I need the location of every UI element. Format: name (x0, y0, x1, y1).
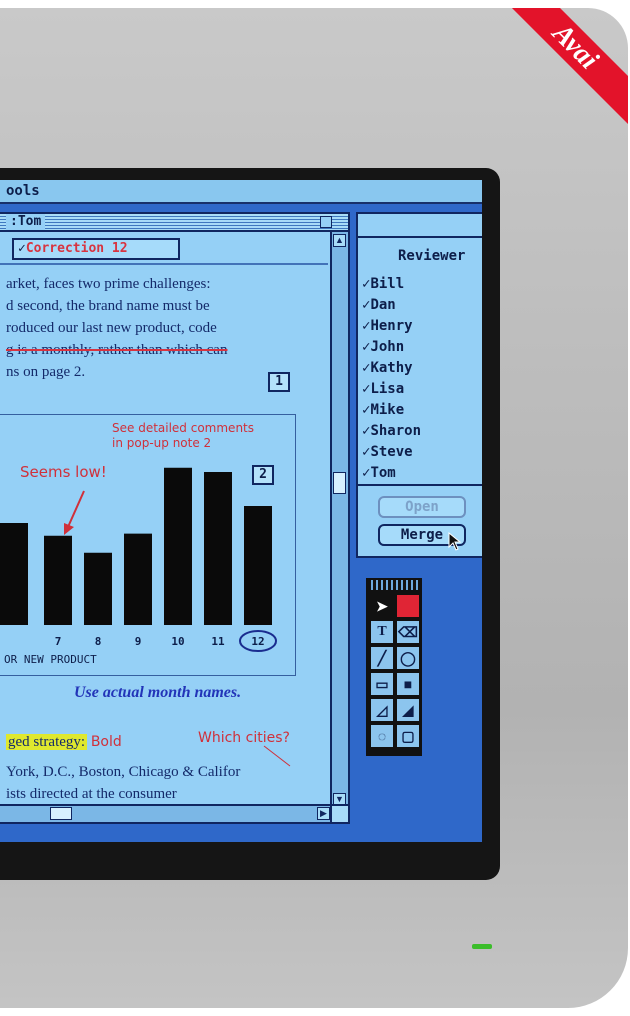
scroll-right-icon[interactable]: ▶ (317, 807, 330, 820)
reviewer-item[interactable]: ✓Tom (362, 463, 482, 484)
mouse-cursor-icon (448, 532, 462, 551)
reviewer-item[interactable]: ✓Steve (362, 442, 482, 463)
reviewer-item[interactable]: ✓Henry (362, 316, 482, 337)
color-fill-icon[interactable] (396, 594, 420, 618)
x-tick-12: 12 (251, 635, 264, 648)
reviewer-item[interactable]: ✓Kathy (362, 358, 482, 379)
reviewer-item[interactable]: ✓Lisa (362, 379, 482, 400)
check-icon: ✓ (18, 241, 26, 256)
text-tool-icon[interactable]: T (370, 620, 394, 644)
filled-rectangle-tool-icon[interactable]: ■ (396, 672, 420, 696)
correction-note-label: Correction 12 (25, 241, 128, 256)
x-tick-8: 8 (95, 635, 102, 648)
months-annotation: Use actual month names. (74, 684, 242, 701)
corner-banner: Avai (488, 8, 628, 134)
scroll-up-icon[interactable]: ▲ (333, 234, 346, 247)
correction-note-tab[interactable]: ✓Correction 12 (12, 238, 180, 260)
vertical-scrollbar[interactable]: ▲ ▼ (330, 232, 348, 808)
bar-10 (164, 467, 192, 625)
reviewer-item[interactable]: ✓Dan (362, 295, 482, 316)
x-tick-9: 9 (135, 635, 142, 648)
filled-freeform-tool-icon[interactable]: ◢ (396, 698, 420, 722)
reviewer-item[interactable]: ✓John (362, 337, 482, 358)
horizontal-scrollbar[interactable]: ▶ (0, 804, 332, 822)
grow-box-icon[interactable] (330, 804, 348, 822)
note-separator (0, 263, 328, 265)
document-window: :Tom ✓Correction 12 arket, faces two pri… (0, 212, 350, 824)
reviewers-titlebar[interactable] (358, 214, 482, 238)
tools-palette: ➤ T ⌫ ╱ ◯ ▭ ■ ◿ ◢ ◌ ▢ (366, 578, 422, 756)
power-led (472, 944, 492, 949)
x-tick-10: 10 (171, 635, 184, 648)
x-axis-label: OR NEW PRODUCT (4, 653, 97, 666)
body-line-1: arket, faces two prime challenges: (6, 276, 211, 292)
reviewer-item[interactable]: ✓Sharon (362, 421, 482, 442)
x-tick-7: 7 (55, 635, 62, 648)
horizontal-scroll-thumb[interactable] (50, 807, 72, 820)
document-titlebar[interactable]: :Tom (0, 214, 348, 232)
vertical-scroll-thumb[interactable] (333, 472, 346, 494)
lasso-tool-icon[interactable]: ◌ (370, 724, 394, 748)
reviewer-item[interactable]: ✓Mike (362, 400, 482, 421)
reviewers-separator (358, 484, 482, 486)
line-tool-icon[interactable]: ╱ (370, 646, 394, 670)
bar-9 (124, 533, 152, 625)
bar-chart: 7 8 9 10 11 12 (0, 467, 277, 652)
body-line-4-struck: g is a monthly, rather than which can (6, 342, 228, 358)
freeform-tool-icon[interactable]: ◿ (370, 698, 394, 722)
highlighted-text: ged strategy: (6, 734, 88, 750)
bar-7 (44, 535, 72, 625)
open-button[interactable]: Open (378, 496, 466, 518)
eraser-tool-icon[interactable]: ⌫ (396, 620, 420, 644)
reviewer-list: ✓Bill ✓Dan ✓Henry ✓John ✓Kathy ✓Lisa ✓Mi… (362, 274, 482, 484)
bar-12 (244, 506, 272, 625)
bar-8 (84, 552, 112, 625)
reviewer-item[interactable]: ✓Bill (362, 274, 482, 295)
oval-tool-icon[interactable]: ◯ (396, 646, 420, 670)
arrow-tool-icon[interactable]: ➤ (370, 594, 394, 618)
body-line-cities: York, D.C., Boston, Chicago & Califor (6, 764, 241, 780)
x-tick-11: 11 (211, 635, 225, 648)
bar-11 (204, 472, 232, 625)
chart-frame: See detailed comments in pop-up note 2 S… (0, 414, 296, 676)
menu-tools[interactable]: ools (6, 183, 40, 199)
document-title: :Tom (6, 214, 46, 230)
zoom-box-icon[interactable] (320, 216, 332, 228)
partial-bar (0, 523, 28, 625)
rounded-rectangle-tool-icon[interactable]: ▢ (396, 724, 420, 748)
annotation-arrow-line (67, 490, 85, 528)
body-line-3: roduced our last new product, code (6, 320, 217, 336)
body-line-consumer: ists directed at the consumer (6, 786, 177, 802)
bold-annotation: Bold (90, 734, 122, 750)
reviewers-header: Reviewer (398, 248, 466, 264)
rectangle-tool-icon[interactable]: ▭ (370, 672, 394, 696)
screen: ools :Tom ✓Correction 12 arket, faces tw… (0, 180, 482, 842)
section-number-1[interactable]: 1 (268, 372, 290, 392)
palette-titlebar[interactable] (368, 580, 420, 590)
body-line-2: d second, the brand name must be (6, 298, 210, 314)
menu-bar: ools (0, 180, 482, 204)
reviewers-window: Reviewer ✓Bill ✓Dan ✓Henry ✓John ✓Kathy … (356, 212, 482, 558)
